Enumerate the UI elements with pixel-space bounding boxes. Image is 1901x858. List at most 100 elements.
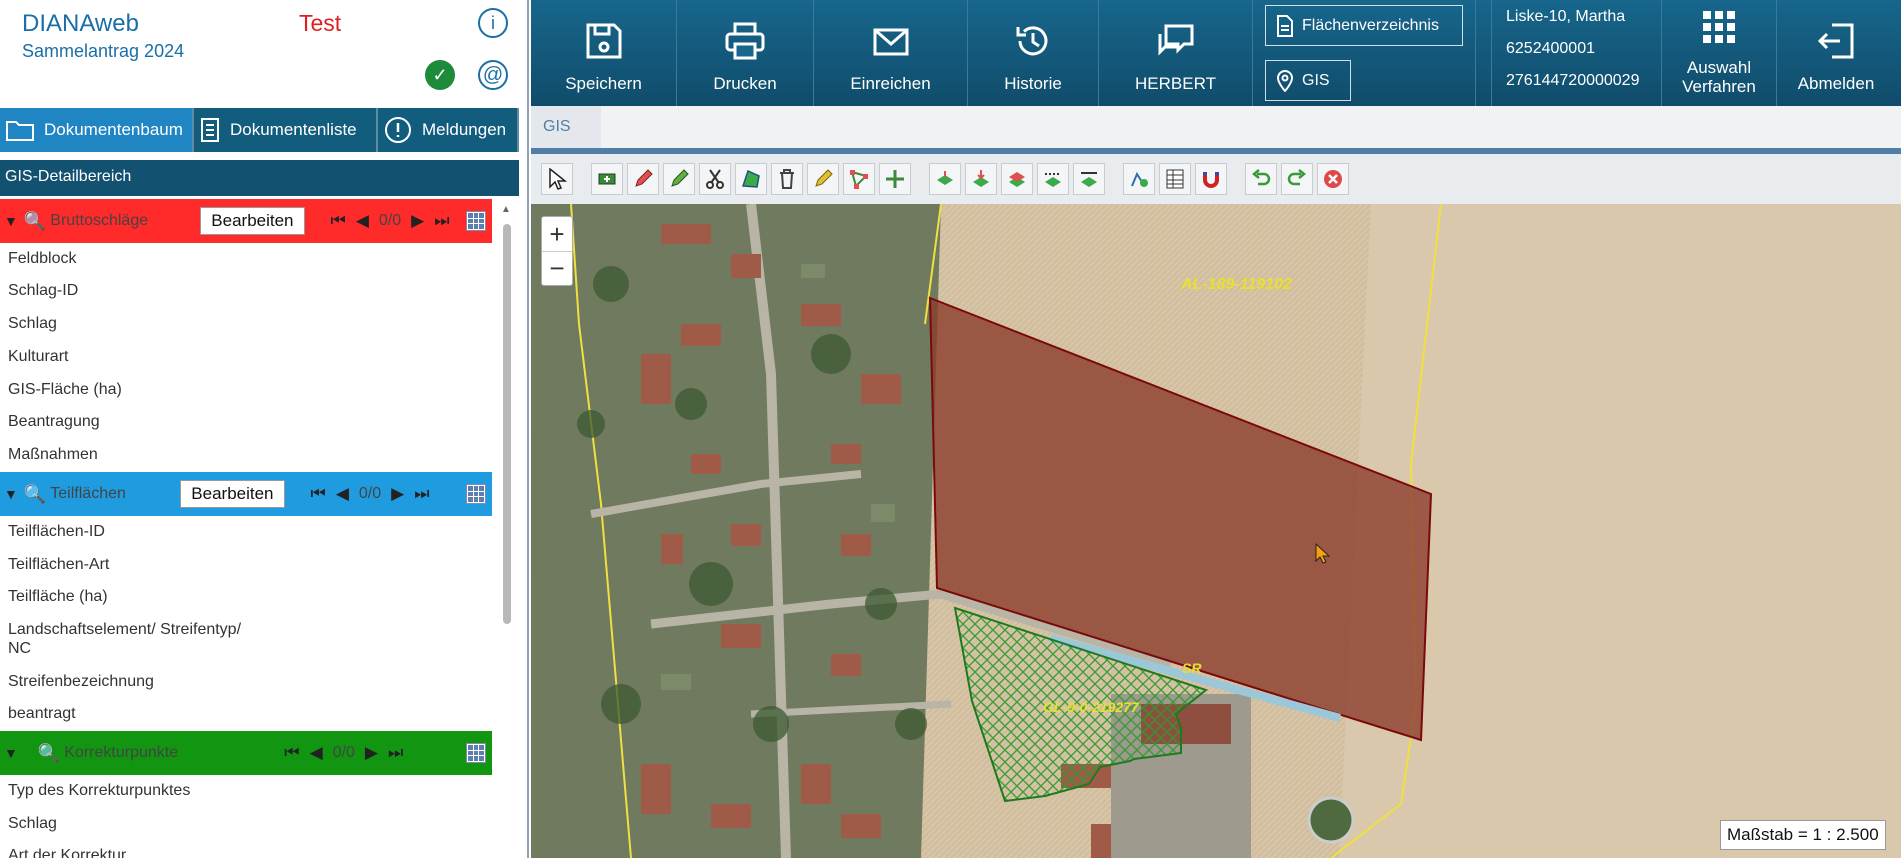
last-record-icon[interactable]: ⏭ <box>388 743 403 763</box>
scroll-up-icon[interactable]: ▲ <box>501 204 511 215</box>
measure-tool-1-button[interactable] <box>1037 163 1069 195</box>
history-button[interactable]: Historie <box>968 0 1099 106</box>
edit-pencil-yellow-button[interactable] <box>807 163 839 195</box>
magnet-button[interactable] <box>1195 163 1227 195</box>
vertex-tool-button[interactable] <box>843 163 875 195</box>
print-button[interactable]: Drucken <box>677 0 814 106</box>
snap-tool-button[interactable] <box>1123 163 1155 195</box>
tab-dokumentenliste[interactable]: Dokumentenliste <box>194 108 378 152</box>
undo-button[interactable] <box>1245 163 1277 195</box>
field-label: Kulturart <box>8 348 69 365</box>
table-view-icon[interactable] <box>466 211 486 231</box>
save-label: Speichern <box>565 74 642 93</box>
first-record-icon[interactable]: ⏮ <box>311 484 326 504</box>
layers-stack-icon <box>1009 172 1025 187</box>
auswahl-label-1: Auswahl <box>1686 58 1752 77</box>
map-scale: Maßstab = 1 : 2.500 <box>1720 820 1886 850</box>
left-scrollbar[interactable]: ▲ <box>500 204 514 858</box>
table-view-icon[interactable] <box>466 743 486 763</box>
last-record-icon[interactable]: ⏭ <box>434 211 449 231</box>
logout-label: Abmelden <box>1797 74 1875 93</box>
layer-name: Bruttoschläge <box>50 212 149 229</box>
layer-name: Korrekturpunkte <box>64 744 179 761</box>
field-label: Maßnahmen <box>8 446 98 463</box>
measure-tool-2-button[interactable] <box>1073 163 1105 195</box>
search-icon[interactable]: 🔍 <box>24 211 46 232</box>
flaechenverzeichnis-button[interactable]: Flächenverzeichnis <box>1265 5 1463 46</box>
zoom-in-button[interactable]: + <box>542 217 572 251</box>
gis-button[interactable]: GIS <box>1265 60 1351 101</box>
magnet-icon <box>1203 172 1219 188</box>
layer-tool-2-button[interactable] <box>965 163 997 195</box>
tab-label: Dokumentenbaum <box>44 120 183 139</box>
field-label: Teilfläche (ha) <box>8 588 108 605</box>
submit-label: Einreichen <box>850 74 931 93</box>
record-counter: 0/0 <box>378 212 402 229</box>
user-name: Liske-10, Martha <box>1506 8 1626 25</box>
edit-pencil-red-button[interactable] <box>627 163 659 195</box>
herbert-button[interactable]: HERBERT <box>1099 0 1253 106</box>
edit-pencil-green-button[interactable] <box>663 163 695 195</box>
layer-header-bruttoschlaege[interactable]: ▼ 🔍 Bruttoschläge Bearbeiten ⏮ ◀ 0/0 ▶ ⏭ <box>0 199 492 243</box>
submit-button[interactable]: Einreichen <box>814 0 968 106</box>
previous-record-icon[interactable]: ◀ <box>356 211 369 231</box>
info-icon[interactable]: i <box>478 8 508 38</box>
tab-dokumentenbaum[interactable]: Dokumentenbaum <box>0 108 194 152</box>
gis-map[interactable]: AL-189-119102 GL-9-0-219277 SR + − Maßst… <box>531 204 1901 858</box>
collapse-triangle-icon[interactable]: ▼ <box>4 213 18 229</box>
user-info: Liske-10, Martha 6252400001 276144720000… <box>1492 0 1662 106</box>
check-icon[interactable]: ✓ <box>425 60 455 90</box>
auswahl-verfahren-button[interactable]: Auswahl Verfahren <box>1662 0 1777 106</box>
collapse-triangle-icon[interactable]: ▼ <box>4 486 18 502</box>
gis-tab-bar: GIS <box>531 106 1901 154</box>
scrollbar-thumb[interactable] <box>503 224 511 624</box>
document-list-icon <box>201 118 219 142</box>
last-record-icon[interactable]: ⏭ <box>414 484 429 504</box>
next-record-icon[interactable]: ▶ <box>411 211 424 231</box>
delete-button[interactable] <box>771 163 803 195</box>
edit-button[interactable]: Bearbeiten <box>180 480 285 508</box>
environment-label: Test <box>299 10 342 36</box>
view-switch-group: Flächenverzeichnis GIS <box>1253 0 1476 106</box>
attribute-table-button[interactable] <box>1159 163 1191 195</box>
polygon-tool-button[interactable] <box>735 163 767 195</box>
layer-header-teilflaechen[interactable]: ▼ 🔍 Teilflächen Bearbeiten ⏮ ◀ 0/0 ▶ ⏭ <box>0 472 492 516</box>
create-feature-button[interactable] <box>591 163 623 195</box>
first-record-icon[interactable]: ⏮ <box>284 743 299 763</box>
tab-gis[interactable]: GIS <box>531 106 601 148</box>
edit-button[interactable]: Bearbeiten <box>200 207 305 235</box>
redo-button[interactable] <box>1281 163 1313 195</box>
record-navigator: ⏮ ◀ 0/0 ▶ ⏭ <box>284 743 403 763</box>
app-root: DIANAweb Sammelantrag 2024 Test i ✓ @ Do… <box>0 0 1901 858</box>
gis-label: GIS <box>1302 71 1330 89</box>
layer-header-korrekturpunkte[interactable]: ▼ 🔍 Korrekturpunkte ⏮ ◀ 0/0 ▶ ⏭ <box>0 731 492 775</box>
save-button[interactable]: Speichern <box>531 0 677 106</box>
pencil-red-icon <box>635 169 653 187</box>
herbert-label: HERBERT <box>1135 74 1216 93</box>
search-icon[interactable]: 🔍 <box>38 743 60 764</box>
select-tool-button[interactable] <box>541 163 573 195</box>
previous-record-icon[interactable]: ◀ <box>336 484 349 504</box>
cut-tool-button[interactable] <box>699 163 731 195</box>
record-navigator: ⏮ ◀ 0/0 ▶ ⏭ <box>311 484 430 504</box>
search-icon[interactable]: 🔍 <box>24 484 46 505</box>
tab-meldungen[interactable]: Meldungen <box>378 108 519 152</box>
layer-tool-3-button[interactable] <box>1001 163 1033 195</box>
field-label: Beantragung <box>8 413 100 430</box>
first-record-icon[interactable]: ⏮ <box>331 211 346 231</box>
cancel-button[interactable] <box>1317 163 1349 195</box>
table-view-icon[interactable] <box>466 484 486 504</box>
next-record-icon[interactable]: ▶ <box>365 743 378 763</box>
left-panel: DIANAweb Sammelantrag 2024 Test i ✓ @ Do… <box>0 0 529 858</box>
record-counter: 0/0 <box>332 744 355 761</box>
next-record-icon[interactable]: ▶ <box>391 484 404 504</box>
move-tool-button[interactable] <box>879 163 911 195</box>
zoom-out-button[interactable]: − <box>542 251 572 285</box>
pencil-green-icon <box>671 169 689 187</box>
at-icon[interactable]: @ <box>478 60 508 90</box>
layer-tool-1-button[interactable] <box>929 163 961 195</box>
previous-record-icon[interactable]: ◀ <box>310 743 323 763</box>
collapse-triangle-icon[interactable]: ▼ <box>4 745 18 761</box>
logout-button[interactable]: Abmelden <box>1777 0 1895 106</box>
field-label: Teilflächen-Art <box>8 556 110 573</box>
